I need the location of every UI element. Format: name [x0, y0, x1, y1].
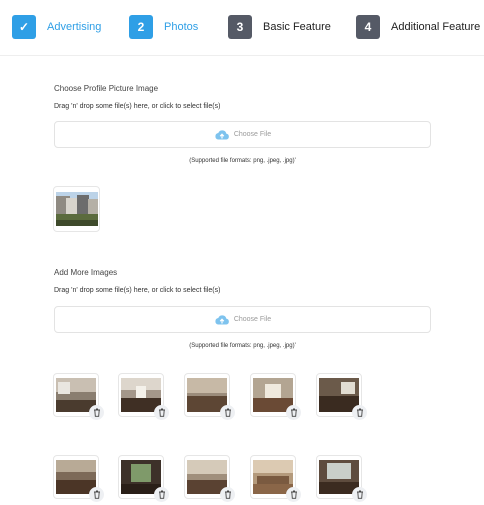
delete-image-9-button[interactable] [286, 487, 301, 502]
step-additional-feature[interactable]: 4 Additional Feature [356, 15, 480, 39]
step-advertising[interactable]: ✓ Advertising [12, 15, 101, 39]
trash-icon [158, 490, 165, 499]
step-number-basic-feature: 3 [228, 15, 252, 39]
delete-image-1-button[interactable] [89, 405, 104, 420]
step-label-basic-feature: Basic Feature [263, 21, 331, 33]
more-images-supported-formats: (Supported file formats: png, .jpeg, .jp… [189, 343, 296, 349]
trash-icon [224, 408, 231, 417]
delete-image-8-button[interactable] [220, 487, 235, 502]
profile-supported-formats: (Supported file formats: png, .jpeg, .jp… [189, 158, 296, 164]
trash-icon [158, 408, 165, 417]
step-label-additional-feature: Additional Feature [391, 21, 481, 33]
trash-icon [93, 490, 100, 499]
trash-icon [224, 490, 231, 499]
delete-image-10-button[interactable] [352, 487, 367, 502]
step-label-advertising: Advertising [47, 21, 102, 33]
delete-image-3-button[interactable] [220, 405, 235, 420]
cloud-upload-icon [215, 314, 229, 324]
more-images-section-title: Add More Images [54, 268, 118, 277]
trash-icon [93, 408, 100, 417]
delete-image-4-button[interactable] [286, 405, 301, 420]
step-photos[interactable]: 2 Photos [129, 15, 198, 39]
cloud-upload-icon [215, 129, 229, 139]
more-images-dropzone-hint: Drag 'n' drop some file(s) here, or clic… [54, 287, 221, 294]
delete-image-5-button[interactable] [352, 405, 367, 420]
step-basic-feature[interactable]: 3 Basic Feature [228, 15, 331, 39]
trash-icon [290, 490, 297, 499]
profile-choose-file-label: Choose File [233, 131, 272, 138]
profile-photo [56, 192, 98, 226]
step-label-photos: Photos [164, 21, 199, 33]
delete-image-6-button[interactable] [89, 487, 104, 502]
profile-image-thumbnail [53, 186, 100, 232]
stepper: ✓ Advertising 2 Photos 3 Basic Feature 4… [0, 0, 484, 56]
step-number-additional-feature: 4 [356, 15, 380, 39]
delete-image-2-button[interactable] [154, 405, 169, 420]
step-number-photos: 2 [129, 15, 153, 39]
trash-icon [290, 408, 297, 417]
profile-dropzone-hint: Drag 'n' drop some file(s) here, or clic… [54, 103, 221, 110]
profile-section-title: Choose Profile Picture Image [54, 84, 159, 93]
checkmark-icon: ✓ [12, 15, 36, 39]
delete-image-7-button[interactable] [154, 487, 169, 502]
more-images-choose-file-label: Choose File [233, 316, 272, 323]
trash-icon [356, 490, 363, 499]
trash-icon [356, 408, 363, 417]
profile-dropzone[interactable]: Choose File [54, 121, 431, 148]
more-images-dropzone[interactable]: Choose File [54, 306, 431, 333]
